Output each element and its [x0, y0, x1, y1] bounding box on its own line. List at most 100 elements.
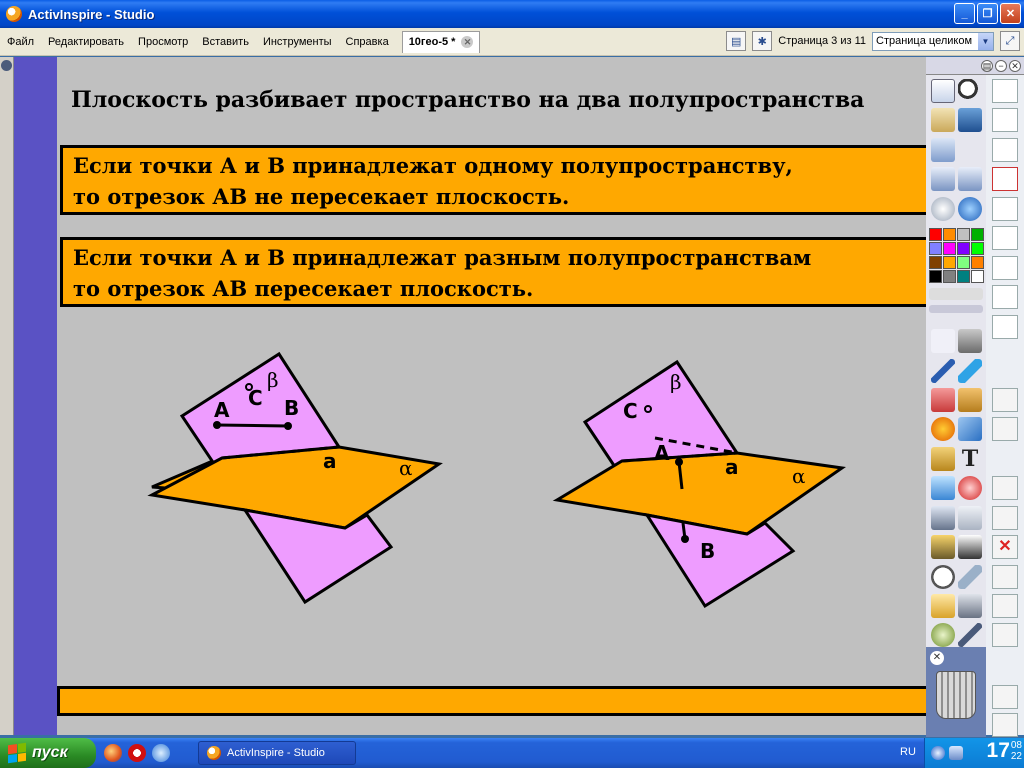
tools-settings-icon[interactable] [958, 329, 982, 353]
color-swatch-white[interactable] [971, 270, 984, 283]
color-swatch-amber[interactable] [943, 256, 956, 269]
reset-icon[interactable] [958, 476, 982, 500]
browser-panel-strip[interactable] [0, 57, 14, 735]
settings-icon[interactable] [992, 713, 1018, 737]
profile-icon[interactable] [931, 108, 955, 132]
bin-close-icon[interactable]: ✕ [930, 651, 944, 665]
pen-width-slider[interactable] [929, 305, 983, 313]
pen-width-selector[interactable] [929, 288, 983, 300]
resource-thumb-1[interactable] [992, 79, 1018, 103]
browsers-icon[interactable] [931, 79, 955, 103]
zoom-select[interactable]: Страница целиком ▼ [872, 31, 994, 51]
resource-thumb-9[interactable] [992, 315, 1018, 339]
search-icon[interactable] [152, 744, 170, 762]
minimize-button[interactable]: _ [954, 3, 975, 24]
color-swatch-orange[interactable] [943, 228, 956, 241]
ruler-icon[interactable] [958, 565, 982, 589]
chevron-down-icon[interactable]: ▼ [978, 32, 993, 50]
color-swatch-green[interactable] [971, 228, 984, 241]
pen-icon[interactable] [931, 359, 955, 383]
screen-capture-icon[interactable] [958, 594, 982, 618]
resource-thumb-3[interactable] [992, 138, 1018, 162]
tray-expand-icon[interactable] [931, 746, 945, 760]
flipchart-canvas[interactable]: Плоскость разбивает пространство на два … [57, 57, 927, 735]
clipboard-icon[interactable] [992, 623, 1018, 647]
recycle-bin-icon[interactable] [936, 671, 976, 719]
prev-page-icon[interactable] [931, 167, 955, 191]
next-page-icon[interactable] [958, 167, 982, 191]
toolbox-menu-icon[interactable]: ▤ [981, 59, 993, 72]
text-tool-icon[interactable] [931, 447, 955, 471]
duplicate-icon[interactable] [992, 565, 1018, 589]
paste-icon[interactable] [992, 417, 1018, 441]
page-browser-icon[interactable]: ▤ [726, 31, 747, 51]
language-indicator[interactable]: RU [900, 746, 916, 758]
spotlight-icon[interactable] [992, 685, 1018, 709]
firefox-icon[interactable] [104, 744, 122, 762]
tools-icon[interactable] [931, 138, 955, 162]
taskbar-activinspire[interactable]: ActivInspire - Studio [198, 741, 356, 765]
color-swatch-black[interactable] [929, 270, 942, 283]
magic-ink-icon[interactable] [931, 476, 955, 500]
close-tab-icon[interactable]: ✕ [461, 36, 474, 48]
resource-thumb-5[interactable] [992, 197, 1018, 221]
link-icon[interactable] [992, 506, 1018, 530]
opera-icon[interactable] [128, 744, 146, 762]
redo-icon[interactable] [958, 506, 982, 530]
resource-thumb-8[interactable] [992, 285, 1018, 309]
menu-tools[interactable]: Инструменты [256, 31, 339, 53]
resource-thumb-4[interactable] [992, 167, 1018, 191]
flipchart-tab[interactable]: 10гео-5 * ✕ [401, 30, 481, 53]
color-swatch-teal[interactable] [957, 270, 970, 283]
recorder-icon[interactable] [931, 535, 955, 559]
connector-icon[interactable] [958, 417, 982, 441]
network-icon[interactable] [949, 746, 963, 760]
color-swatch-lavender[interactable] [929, 242, 942, 255]
protractor-icon[interactable] [931, 594, 955, 618]
fill-icon[interactable] [958, 388, 982, 412]
color-swatch-silver[interactable] [957, 228, 970, 241]
color-swatch-magenta[interactable] [943, 242, 956, 255]
resource-thumb-6[interactable] [992, 226, 1018, 250]
menu-file[interactable]: Файл [0, 31, 41, 53]
recycle-bin[interactable]: ✕ [926, 647, 986, 737]
color-swatch-dark-orange[interactable] [971, 256, 984, 269]
web-browser-icon[interactable] [958, 197, 982, 221]
restore-button[interactable]: ❐ [977, 3, 998, 24]
dual-user-icon[interactable]: ✱ [752, 31, 773, 51]
color-swatch-red[interactable] [929, 228, 942, 241]
menu-help[interactable]: Справка [339, 31, 396, 53]
start-button[interactable]: пуск [0, 738, 96, 768]
fullscreen-icon[interactable]: ⤢ [1000, 31, 1020, 51]
pin-icon[interactable] [1, 60, 12, 71]
undo-icon[interactable] [931, 506, 955, 530]
color-swatch-lime[interactable] [971, 242, 984, 255]
close-button[interactable]: ✕ [1000, 3, 1021, 24]
text-icon[interactable]: T [958, 447, 982, 471]
play-icon[interactable] [931, 197, 955, 221]
resource-thumb-2[interactable] [992, 108, 1018, 132]
copy-icon[interactable] [992, 388, 1018, 412]
menu-view[interactable]: Просмотр [131, 31, 195, 53]
color-swatch-brown[interactable] [929, 256, 942, 269]
clock-icon[interactable] [931, 565, 955, 589]
shape-icon[interactable] [931, 417, 955, 441]
resource-thumb-7[interactable] [992, 256, 1018, 280]
camera-icon[interactable] [958, 535, 982, 559]
compass-icon[interactable] [958, 623, 982, 647]
group-icon[interactable] [992, 476, 1018, 500]
color-swatch-violet[interactable] [957, 242, 970, 255]
bottle-icon[interactable] [992, 594, 1018, 618]
select-icon[interactable] [931, 329, 955, 353]
color-swatch-gray[interactable] [943, 270, 956, 283]
menu-insert[interactable]: Вставить [195, 31, 256, 53]
signature-icon[interactable] [958, 108, 982, 132]
toolbox-close-icon[interactable]: ✕ [1009, 59, 1021, 72]
menu-edit[interactable]: Редактировать [41, 31, 131, 53]
zoom-icon[interactable] [958, 79, 982, 103]
eraser-icon[interactable] [931, 388, 955, 412]
color-swatch-light-green[interactable] [957, 256, 970, 269]
toolbox-minimize-icon[interactable]: − [995, 59, 1007, 72]
highlighter-icon[interactable] [958, 359, 982, 383]
delete-icon[interactable]: ✕ [992, 535, 1018, 559]
